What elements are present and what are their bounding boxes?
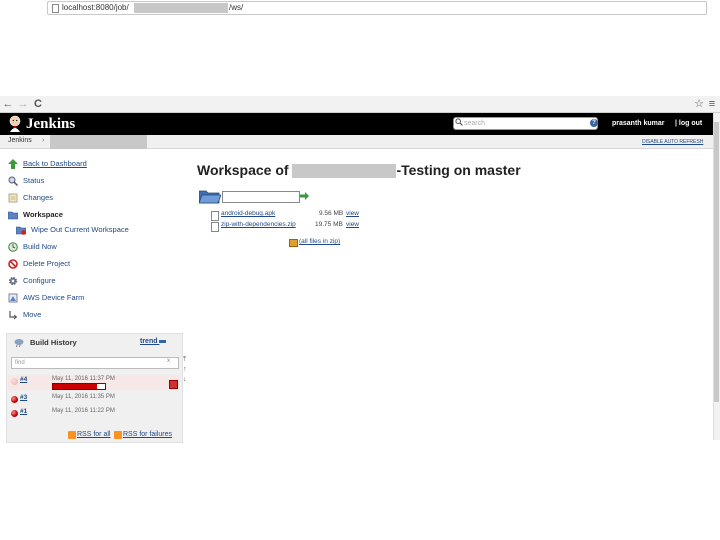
build-date: May 11, 2016 11:22 PM	[52, 408, 115, 414]
list-item: zip-with-dependencies.zip 19.75 MB view	[211, 221, 361, 232]
sidebar-item-label: Status	[23, 176, 45, 185]
build-date: May 11, 2016 11:35 PM	[52, 394, 115, 400]
url-prefix: localhost:8080/job/	[62, 3, 129, 12]
jenkins-butler-icon[interactable]	[8, 115, 22, 133]
breadcrumb-jenkins[interactable]: Jenkins	[8, 137, 32, 144]
build-number-link[interactable]: #1	[20, 408, 27, 415]
file-view-link[interactable]: view	[346, 221, 359, 228]
rss-icon	[68, 431, 76, 439]
search-input[interactable]: search	[453, 117, 598, 130]
jenkins-logo-text[interactable]: Jenkins	[26, 115, 75, 133]
magnifier-icon	[8, 176, 18, 186]
build-status-failed-icon	[11, 396, 18, 403]
trend-icon	[159, 339, 167, 343]
sidebar-item-label: Configure	[23, 276, 56, 285]
build-status-in-progress-icon	[11, 378, 18, 385]
build-date: May 11, 2016 11:37 PM	[52, 376, 115, 382]
all-files-zip-link[interactable]: (all files in zip)	[299, 238, 340, 245]
build-status-failed-icon	[11, 410, 18, 417]
move-icon	[9, 311, 18, 320]
page-icon	[52, 4, 59, 13]
device-farm-icon	[8, 293, 18, 303]
file-view-link[interactable]: view	[346, 210, 359, 217]
build-number-link[interactable]: #3	[20, 394, 27, 401]
scroll-down-icon[interactable]: ↓	[183, 376, 187, 383]
sidebar-item-label: Delete Project	[23, 259, 71, 268]
back-icon[interactable]: ←	[2, 96, 14, 112]
user-link[interactable]: prasanth kumar	[612, 120, 665, 127]
bookmark-star-icon[interactable]: ☆	[693, 96, 705, 112]
trend-link[interactable]: trend	[140, 338, 167, 345]
logout-link[interactable]: | log out	[675, 120, 702, 127]
redacted-block	[134, 3, 228, 13]
file-size: 9.56 MB	[319, 210, 344, 217]
wipe-folder-icon	[16, 226, 26, 235]
sidebar-item-label: Workspace	[23, 210, 63, 219]
scroll-up-icon[interactable]: ↑	[183, 366, 187, 373]
browser-toolbar	[0, 96, 720, 113]
build-progress-bar[interactable]	[52, 383, 106, 390]
sidebar-item-label: Build Now	[23, 242, 57, 251]
address-bar[interactable]: localhost:8080/job/ /ws/	[47, 1, 707, 15]
zip-icon	[289, 239, 298, 247]
clock-icon	[8, 242, 18, 252]
gear-icon	[8, 276, 18, 286]
page-title: Workspace of -Testing on master	[197, 162, 521, 179]
title-prefix: Workspace of	[197, 162, 289, 178]
file-icon	[211, 211, 219, 221]
workspace-path-input[interactable]	[222, 191, 300, 203]
up-arrow-icon	[8, 159, 18, 169]
table-row: #3 May 11, 2016 11:35 PM	[8, 393, 180, 408]
sidebar-item-label: Wipe Out Current Workspace	[31, 225, 129, 234]
table-row: #1 May 11, 2016 11:22 PM	[8, 407, 180, 422]
redacted-block	[292, 164, 397, 179]
help-icon[interactable]: ?	[590, 119, 598, 127]
forward-icon[interactable]: →	[17, 96, 29, 112]
no-entry-icon	[8, 259, 18, 269]
rss-icon	[114, 431, 122, 439]
build-number-link[interactable]: #4	[20, 376, 27, 383]
search-icon	[455, 118, 463, 126]
url-suffix: /ws/	[229, 3, 244, 12]
go-arrow-icon[interactable]	[300, 192, 309, 200]
file-link[interactable]: android-debug.apk	[221, 210, 275, 217]
sidebar-item-label: Move	[23, 310, 42, 319]
stop-build-icon[interactable]	[169, 380, 178, 389]
list-item: android-debug.apk 9.56 MB view	[211, 210, 361, 221]
file-size: 19.75 MB	[315, 221, 343, 228]
build-filter-input[interactable]: find	[11, 357, 179, 369]
breadcrumb-separator: ›	[42, 137, 45, 144]
open-folder-icon	[199, 190, 221, 204]
weather-cloud-icon	[14, 339, 24, 347]
sidebar-item-label: Back to Dashboard	[23, 159, 87, 168]
build-history-title: Build History	[30, 338, 77, 347]
redacted-block	[50, 135, 147, 149]
sidebar-item-label: Changes	[23, 193, 54, 202]
file-link[interactable]: zip-with-dependencies.zip	[221, 221, 296, 228]
progress-remaining	[97, 384, 105, 389]
rss-all-link[interactable]: RSS for all	[77, 431, 110, 438]
reload-icon[interactable]: C	[32, 96, 44, 112]
file-icon	[211, 222, 219, 232]
folder-icon	[8, 211, 18, 220]
browser-menu-icon[interactable]: ≡	[706, 96, 718, 112]
scroll-top-icon[interactable]: ⤒	[183, 356, 186, 364]
rss-failures-link[interactable]: RSS for failures	[123, 431, 172, 438]
disable-auto-refresh-link[interactable]: DISABLE AUTO REFRESH	[642, 139, 703, 145]
sidebar-item-label: AWS Device Farm	[23, 293, 85, 302]
trend-label: trend	[140, 338, 158, 345]
clear-filter-icon[interactable]: x	[167, 358, 170, 364]
notepad-icon	[8, 193, 18, 203]
title-suffix: -Testing on master	[396, 162, 521, 178]
scrollbar-thumb[interactable]	[714, 122, 719, 402]
